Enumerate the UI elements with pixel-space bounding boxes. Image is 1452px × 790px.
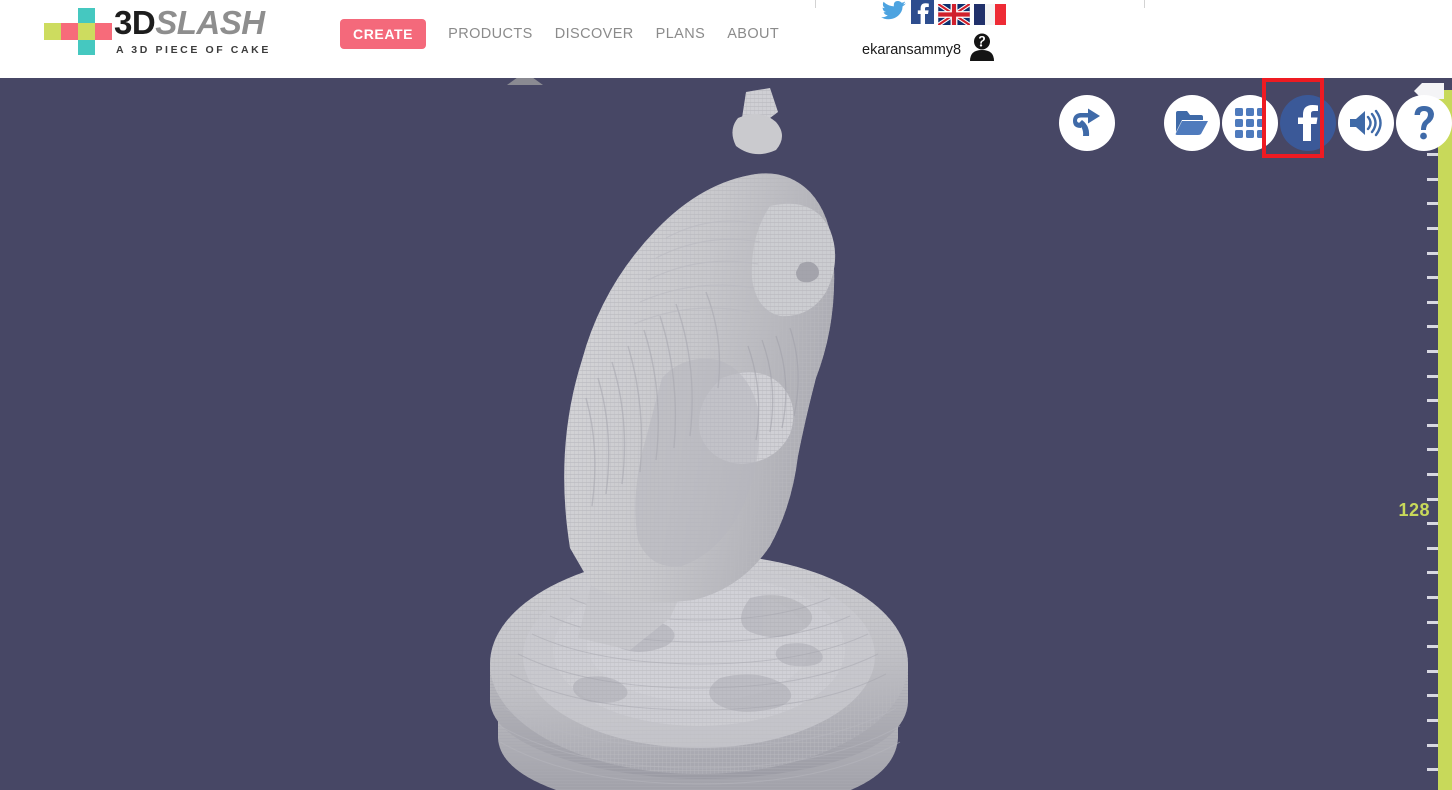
logo-title-3d: 3D (114, 4, 156, 41)
ruler-tick (1427, 596, 1438, 599)
3d-viewport[interactable] (0, 78, 1452, 790)
nav-link-products[interactable]: PRODUCTS (448, 26, 533, 42)
speaker-volume-icon (1350, 109, 1382, 137)
sound-button[interactable] (1338, 95, 1394, 151)
nav-link-about[interactable]: ABOUT (727, 26, 779, 42)
ruler-tick (1427, 694, 1438, 698)
logo-title: 3DSLASH (114, 6, 271, 40)
ruler-tick (1427, 177, 1438, 181)
grid-3x3-icon (1235, 108, 1265, 138)
facebook-share-button[interactable] (1280, 95, 1336, 151)
ruler-tick (1427, 276, 1438, 280)
ruler-tick (1427, 620, 1438, 624)
ruler-tick (1427, 350, 1438, 353)
ruler-tick (1427, 645, 1438, 649)
ruler-tick (1427, 571, 1438, 575)
ruler-tick (1427, 719, 1438, 722)
ruler-tick (1427, 325, 1438, 329)
redo-arrow-icon (1073, 108, 1100, 136)
social-and-language-row (880, 0, 1006, 29)
ruler-tick (1427, 251, 1438, 255)
username-label: ekaransammy8 (862, 41, 962, 58)
voxel-bear-model[interactable] (470, 78, 940, 790)
ruler-tick (1427, 743, 1438, 747)
viewport-toolbar (1059, 94, 1452, 152)
ruler-tick (1427, 423, 1438, 427)
ruler-tick (1427, 227, 1438, 230)
question-mark-icon (1414, 106, 1434, 140)
flag-uk-icon[interactable] (938, 4, 970, 25)
logo-title-slash: SLASH (155, 4, 265, 41)
ruler-tick (1427, 546, 1438, 550)
help-button[interactable] (1396, 95, 1452, 151)
ruler-tick (1427, 202, 1438, 206)
ruler-value-label: 128 (1398, 500, 1430, 520)
main-nav: CREATE PRODUCTS DISCOVER PLANS ABOUT (340, 19, 779, 49)
user-account-row[interactable]: ekaransammy8 (862, 33, 995, 66)
grid-view-button[interactable] (1222, 95, 1278, 151)
open-file-button[interactable] (1164, 95, 1220, 151)
ruler-tick (1427, 522, 1438, 526)
nav-link-discover[interactable]: DISCOVER (555, 26, 634, 42)
flag-fr-icon[interactable] (974, 4, 1006, 25)
facebook-icon[interactable] (911, 0, 934, 29)
open-folder-icon (1175, 111, 1208, 135)
twitter-icon[interactable] (880, 0, 907, 29)
height-ruler[interactable] (1414, 83, 1452, 790)
ruler-tick (1427, 768, 1438, 772)
nav-link-plans[interactable]: PLANS (656, 26, 706, 42)
ruler-tick (1427, 153, 1438, 157)
facebook-f-icon (1298, 105, 1318, 141)
anonymous-user-icon[interactable] (969, 33, 995, 66)
ruler-tick (1427, 473, 1438, 476)
ruler-tick (1427, 669, 1438, 673)
logo-cross-icon (44, 8, 112, 55)
ruler-tick (1427, 399, 1438, 403)
site-logo[interactable]: 3DSLASH A 3D PIECE OF CAKE (44, 6, 271, 56)
ruler-tick (1427, 448, 1438, 452)
logo-tagline: A 3D PIECE OF CAKE (116, 44, 271, 56)
ruler-tick (1427, 300, 1438, 304)
create-button[interactable]: CREATE (340, 19, 427, 49)
ruler-tick (1427, 374, 1438, 378)
site-header: 3DSLASH A 3D PIECE OF CAKE CREATE PRODUC… (0, 0, 1452, 78)
redo-button[interactable] (1059, 95, 1115, 151)
pyramid-marker (505, 78, 545, 86)
